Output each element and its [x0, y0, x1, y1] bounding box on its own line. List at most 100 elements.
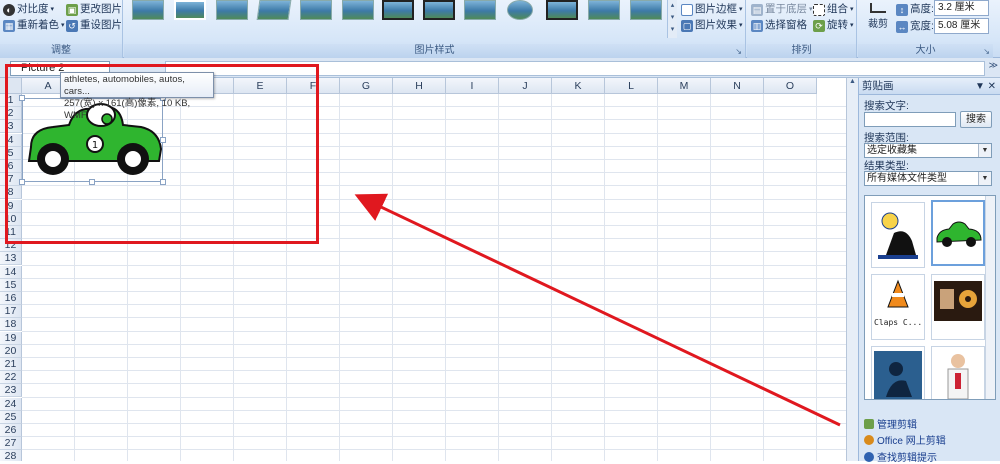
column-header[interactable]: I	[446, 78, 499, 94]
style-thumb-3[interactable]	[216, 0, 248, 20]
clip-result-doctor[interactable]	[931, 346, 985, 399]
organize-clips-link[interactable]: 管理剪辑	[864, 416, 917, 431]
style-thumb-9[interactable]	[464, 0, 496, 20]
gallery-scroll[interactable]: ▴ ▾ ▾	[667, 0, 677, 38]
row-header[interactable]: 25	[0, 410, 22, 424]
recolor-button[interactable]: ▦ 重新着色 ▾	[3, 18, 65, 33]
row-header[interactable]: 24	[0, 397, 22, 411]
row-header[interactable]: 4	[0, 133, 22, 147]
row-header[interactable]: 22	[0, 371, 22, 385]
style-thumb-4[interactable]	[256, 0, 292, 20]
row-header[interactable]: 10	[0, 212, 22, 226]
group-objects-button[interactable]: 组合 ▾	[813, 2, 854, 17]
office-online-link[interactable]: Office 网上剪辑	[864, 432, 946, 447]
column-header[interactable]: N	[711, 78, 764, 94]
resize-handle-mr[interactable]	[160, 137, 166, 143]
search-button[interactable]: 搜索	[960, 111, 992, 128]
style-thumb-7[interactable]	[382, 0, 414, 20]
style-thumb-8[interactable]	[423, 0, 455, 20]
crop-button[interactable]: 裁剪	[864, 3, 892, 30]
column-header[interactable]: E	[234, 78, 287, 94]
row-header[interactable]: 9	[0, 199, 22, 213]
style-thumb-2[interactable]	[174, 0, 206, 20]
row-header[interactable]: 12	[0, 239, 22, 253]
formula-input[interactable]	[165, 61, 985, 76]
resize-handle-br[interactable]	[160, 179, 166, 185]
resize-handle-bm[interactable]	[89, 179, 95, 185]
clip-result-race-car[interactable]	[931, 200, 985, 266]
clip-result-gears[interactable]	[931, 274, 985, 340]
row-header[interactable]: 16	[0, 292, 22, 305]
height-input[interactable]: 3.2 厘米	[934, 0, 989, 16]
column-header[interactable]: G	[340, 78, 393, 94]
style-thumb-5[interactable]	[300, 0, 332, 20]
column-header[interactable]: O	[764, 78, 817, 94]
change-picture-button[interactable]: ▣ 更改图片	[66, 2, 122, 17]
style-thumb-13[interactable]	[630, 0, 662, 20]
contrast-button[interactable]: ◐ 对比度 ▾	[3, 2, 54, 17]
row-header[interactable]: 21	[0, 358, 22, 371]
row-header[interactable]: 5	[0, 146, 22, 160]
row-header[interactable]: 6	[0, 160, 22, 173]
pane-menu-close-icon[interactable]: ▼ ✕	[975, 78, 996, 95]
clip-result-thinker[interactable]	[871, 202, 925, 268]
picture-effects-button[interactable]: ▢ 图片效果 ▾	[681, 18, 743, 33]
width-input[interactable]: 5.08 厘米	[934, 18, 989, 34]
style-thumb-1[interactable]	[132, 0, 164, 20]
clip-result-performer[interactable]	[871, 346, 925, 399]
row-header[interactable]: 3	[0, 120, 22, 134]
expand-formula-icon[interactable]: ≫	[989, 60, 998, 71]
row-header[interactable]: 15	[0, 278, 22, 292]
row-header[interactable]: 27	[0, 437, 22, 451]
row-header[interactable]: 19	[0, 331, 22, 345]
bring-to-back-button[interactable]: ▤ 置于底层 ▾	[751, 2, 813, 17]
style-thumb-12[interactable]	[588, 0, 620, 20]
row-header[interactable]: 18	[0, 318, 22, 332]
clip-result-claps[interactable]: Claps C...	[871, 274, 925, 340]
style-thumb-11[interactable]	[546, 0, 578, 20]
clip-tips-link[interactable]: 查找剪辑提示	[864, 449, 937, 464]
result-type-select[interactable]: 所有媒体文件类型 ▼	[864, 171, 992, 186]
style-thumb-10[interactable]	[507, 0, 533, 20]
style-thumb-6[interactable]	[342, 0, 374, 20]
annotation-arrow	[354, 193, 841, 427]
arrange-group-label: 排列	[747, 44, 856, 58]
search-text-input[interactable]	[864, 112, 956, 127]
row-header[interactable]: 8	[0, 186, 22, 200]
clip-tooltip: athletes, automobiles, autos, cars... 25…	[60, 72, 214, 121]
row-header[interactable]: 23	[0, 384, 22, 398]
select-all-corner[interactable]	[0, 78, 22, 94]
results-scrollbar[interactable]	[985, 196, 995, 399]
styles-dialog-launcher-icon[interactable]: ↘	[735, 47, 742, 56]
rotate-button[interactable]: ⟳ 旋转 ▾	[813, 18, 854, 33]
row-header[interactable]: 20	[0, 344, 22, 358]
scroll-up-icon[interactable]: ▲	[847, 78, 858, 90]
scope-select[interactable]: 选定收藏集 ▼	[864, 143, 992, 158]
column-header[interactable]: L	[605, 78, 658, 94]
row-header[interactable]: 14	[0, 265, 22, 279]
row-header[interactable]: 2	[0, 107, 22, 121]
size-dialog-launcher-icon[interactable]: ↘	[983, 47, 990, 56]
column-header[interactable]: H	[393, 78, 446, 94]
chevron-down-icon[interactable]: ▼	[978, 172, 991, 185]
picture-border-button[interactable]: 图片边框 ▾	[681, 2, 743, 17]
resize-handle-tl[interactable]	[19, 95, 25, 101]
bring-to-back-label: 置于底层	[765, 3, 807, 15]
row-header[interactable]: 17	[0, 305, 22, 319]
reset-picture-button[interactable]: ↺ 重设图片	[66, 18, 122, 33]
selection-pane-icon: ▥	[751, 19, 763, 32]
selection-pane-button[interactable]: ▥ 选择窗格	[751, 18, 807, 33]
column-header[interactable]: J	[499, 78, 552, 94]
row-header[interactable]: 13	[0, 252, 22, 266]
chevron-down-icon[interactable]: ▼	[978, 144, 991, 157]
row-header[interactable]: 26	[0, 424, 22, 437]
column-header[interactable]: M	[658, 78, 711, 94]
resize-handle-bl[interactable]	[19, 179, 25, 185]
column-header[interactable]: K	[552, 78, 605, 94]
row-header[interactable]: 11	[0, 226, 22, 239]
column-header[interactable]: F	[287, 78, 340, 94]
row-header[interactable]: 28	[0, 450, 22, 461]
office-online-icon	[864, 434, 874, 445]
change-picture-icon: ▣	[66, 3, 78, 16]
grid-row-line	[22, 449, 846, 451]
